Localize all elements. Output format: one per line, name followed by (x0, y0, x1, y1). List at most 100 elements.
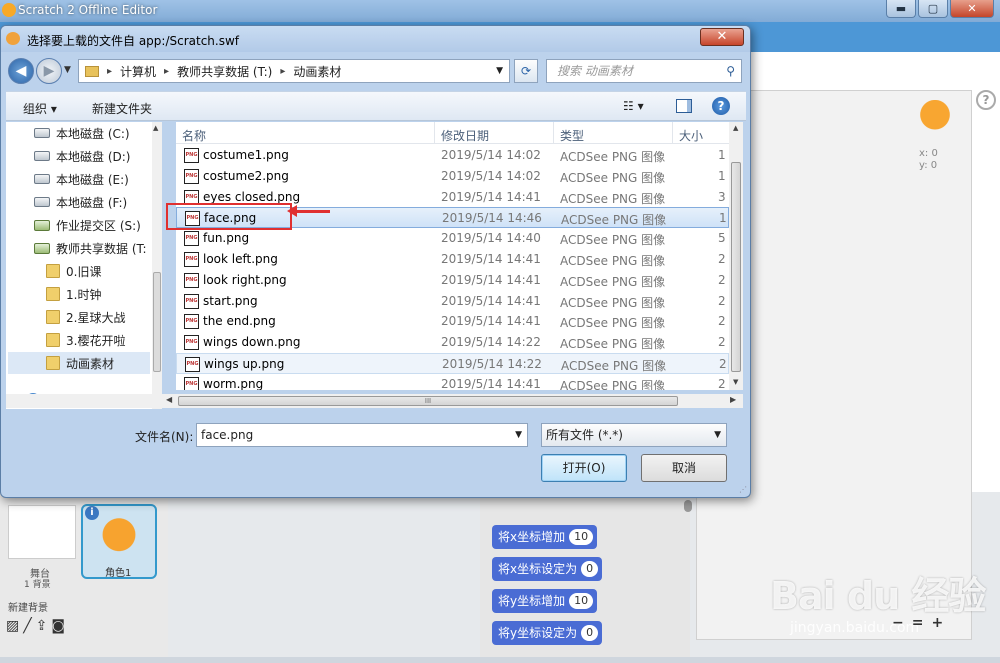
file-row[interactable]: PNG the end.png 2019/5/14 14:41 ACDSee PNG … (176, 311, 729, 332)
refresh-icon[interactable]: ⟳ (514, 59, 538, 83)
breadcrumb-folder[interactable]: 动画素材 (293, 63, 341, 80)
file-size: 1 (718, 168, 726, 183)
breadcrumb-drive[interactable]: 教师共享数据 (T:) (177, 63, 272, 80)
folder-icon (46, 264, 60, 278)
preview-pane-icon[interactable] (676, 99, 692, 113)
file-row[interactable]: PNG worm.png 2019/5/14 14:41 ACDSee PNG 图像 2 (176, 374, 729, 390)
file-type: ACDSee PNG 图像 (561, 213, 667, 228)
column-name[interactable]: 名称 (182, 127, 206, 144)
block-value[interactable]: 10 (569, 593, 594, 609)
column-date[interactable]: 修改日期 (441, 127, 489, 144)
new-backdrop-label: 新建背景 (8, 603, 48, 614)
nav-label: 本地磁盘 (C:) (56, 126, 130, 141)
view-options-icon[interactable]: ☷ ▾ (623, 99, 644, 113)
scroll-up-icon[interactable]: ▲ (153, 124, 158, 132)
column-size[interactable]: 大小 (679, 127, 703, 144)
horizontal-scrollbar[interactable]: ◀ III ▶ (162, 394, 743, 408)
file-list-scrollbar[interactable]: ▲ ▼ (729, 122, 743, 390)
file-row[interactable]: PNG look left.png 2019/5/14 14:41 ACDSee PN… (176, 249, 729, 270)
history-dropdown-icon[interactable]: ▼ (64, 65, 71, 75)
chevron-right-icon[interactable]: ▸ (164, 66, 169, 77)
png-file-icon: PNG (184, 148, 199, 163)
zoom-reset-icon[interactable]: = (912, 615, 924, 631)
cancel-button[interactable]: 取消 (641, 454, 727, 482)
help-icon[interactable]: ? (976, 90, 996, 110)
chevron-down-icon[interactable]: ▼ (714, 424, 721, 446)
block-value[interactable]: 0 (581, 561, 599, 577)
dialog-toolbar: 组织 ▾ 新建文件夹 ☷ ▾ ? (6, 91, 746, 121)
close-window-button[interactable]: ✕ (950, 0, 994, 18)
minimize-button[interactable]: ▬ (886, 0, 916, 18)
scroll-down-icon[interactable]: ▼ (733, 378, 738, 386)
new-folder-button[interactable]: 新建文件夹 (92, 100, 152, 117)
column-type[interactable]: 类型 (560, 127, 584, 144)
watermark-logo: Bai du 经验 (770, 574, 986, 618)
chevron-right-icon[interactable]: ▸ (280, 66, 285, 77)
nav-item-folder[interactable]: 3.樱花开啦 (46, 329, 186, 351)
filetype-select[interactable]: 所有文件 (*.*) ▼ (541, 423, 727, 447)
block-label: 将x坐标设定为 (498, 562, 578, 576)
dialog-close-button[interactable]: ✕ (700, 28, 744, 46)
file-row[interactable]: PNG costume1.png 2019/5/14 14:02 ACDSee PNG… (176, 145, 729, 166)
file-row[interactable]: PNG wings down.png 2019/5/14 14:22 ACDSee P… (176, 332, 729, 353)
set-x-block[interactable]: 将x坐标设定为 0 (492, 557, 603, 581)
zoom-out-icon[interactable]: − (892, 615, 904, 631)
filename-input[interactable]: face.png ▼ (196, 423, 528, 447)
camera-icon[interactable]: ◙ (51, 618, 65, 634)
search-icon[interactable]: ⚲ (726, 60, 735, 82)
maximize-button[interactable]: ▢ (918, 0, 948, 18)
palette-scrollbar[interactable] (684, 500, 692, 512)
file-type: ACDSee PNG 图像 (560, 233, 666, 248)
chevron-right-icon[interactable]: ▸ (107, 66, 112, 77)
drive-icon (34, 197, 50, 207)
chevron-down-icon[interactable]: ▼ (515, 424, 522, 446)
nav-item-folder[interactable]: 1.时钟 (46, 283, 186, 305)
file-type: ACDSee PNG 图像 (560, 295, 666, 310)
change-x-block[interactable]: 将x坐标增加 10 (492, 525, 598, 549)
nav-label: 1.时钟 (66, 287, 102, 302)
organize-button[interactable]: 组织 ▾ (23, 100, 57, 117)
resize-grip-icon[interactable]: ⋰ (739, 485, 747, 494)
file-row[interactable]: PNG look right.png 2019/5/14 14:41 ACDSee P… (176, 270, 729, 291)
scratch-icon (6, 32, 20, 45)
nav-scrollbar[interactable]: ▲ ▼ (152, 122, 162, 409)
file-row[interactable]: PNG costume2.png 2019/5/14 14:02 ACDSee PNG… (176, 166, 729, 187)
sprite-tile[interactable]: i 角色1 (81, 504, 157, 579)
search-input[interactable]: 搜索 动画素材 ⚲ (546, 59, 742, 83)
taskbar-edge (0, 657, 1000, 663)
breadcrumb-computer[interactable]: 计算机 (120, 63, 156, 80)
back-arrow-icon[interactable]: ◀ (8, 58, 34, 84)
nav-item-folder[interactable]: 0.旧课 (46, 260, 186, 282)
nav-hscrollbar[interactable] (6, 394, 162, 408)
zoom-in-icon[interactable]: + (931, 615, 943, 631)
brush-icon[interactable]: ╱ (23, 618, 31, 634)
file-date: 2019/5/14 14:02 (441, 148, 541, 162)
scroll-right-icon[interactable]: ▶ (730, 395, 736, 404)
help-icon[interactable]: ? (712, 97, 730, 115)
scroll-thumb[interactable] (153, 272, 161, 372)
file-row[interactable]: PNG wings up.png 2019/5/14 14:22 ACDSee PNG… (176, 353, 729, 374)
file-row[interactable]: PNG start.png 2019/5/14 14:41 ACDSee PNG 图像… (176, 291, 729, 312)
file-list-header: 名称 修改日期 类型 大小 (176, 122, 729, 144)
nav-item-folder-selected[interactable]: 动画素材 (8, 352, 150, 374)
scroll-left-icon[interactable]: ◀ (166, 395, 172, 404)
set-y-block[interactable]: 将y坐标设定为 0 (492, 621, 603, 645)
file-row[interactable]: PNG fun.png 2019/5/14 14:40 ACDSee PNG 图像 5 (176, 228, 729, 249)
breadcrumb[interactable]: ▸ 计算机 ▸ 教师共享数据 (T:) ▸ 动画素材 ▼ (78, 59, 510, 83)
chevron-down-icon[interactable]: ▼ (496, 66, 503, 76)
change-y-block[interactable]: 将y坐标增加 10 (492, 589, 598, 613)
upload-backdrop-icon[interactable]: ⇪ (36, 618, 48, 634)
block-value[interactable]: 10 (569, 529, 594, 545)
stage-thumbnail[interactable] (8, 505, 76, 559)
file-date: 2019/5/14 14:46 (442, 211, 542, 226)
open-button[interactable]: 打开(O) (541, 454, 627, 482)
nav-item-folder[interactable]: 2.星球大战 (46, 306, 186, 328)
file-size: 2 (718, 272, 726, 287)
paint-backdrop-icon[interactable]: ▨ (6, 618, 19, 634)
scroll-thumb[interactable]: III (178, 396, 678, 406)
file-size: 2 (718, 293, 726, 308)
scroll-up-icon[interactable]: ▲ (733, 124, 738, 132)
forward-arrow-icon[interactable]: ▶ (36, 58, 62, 84)
block-value[interactable]: 0 (581, 625, 599, 641)
scroll-thumb[interactable] (731, 162, 741, 372)
